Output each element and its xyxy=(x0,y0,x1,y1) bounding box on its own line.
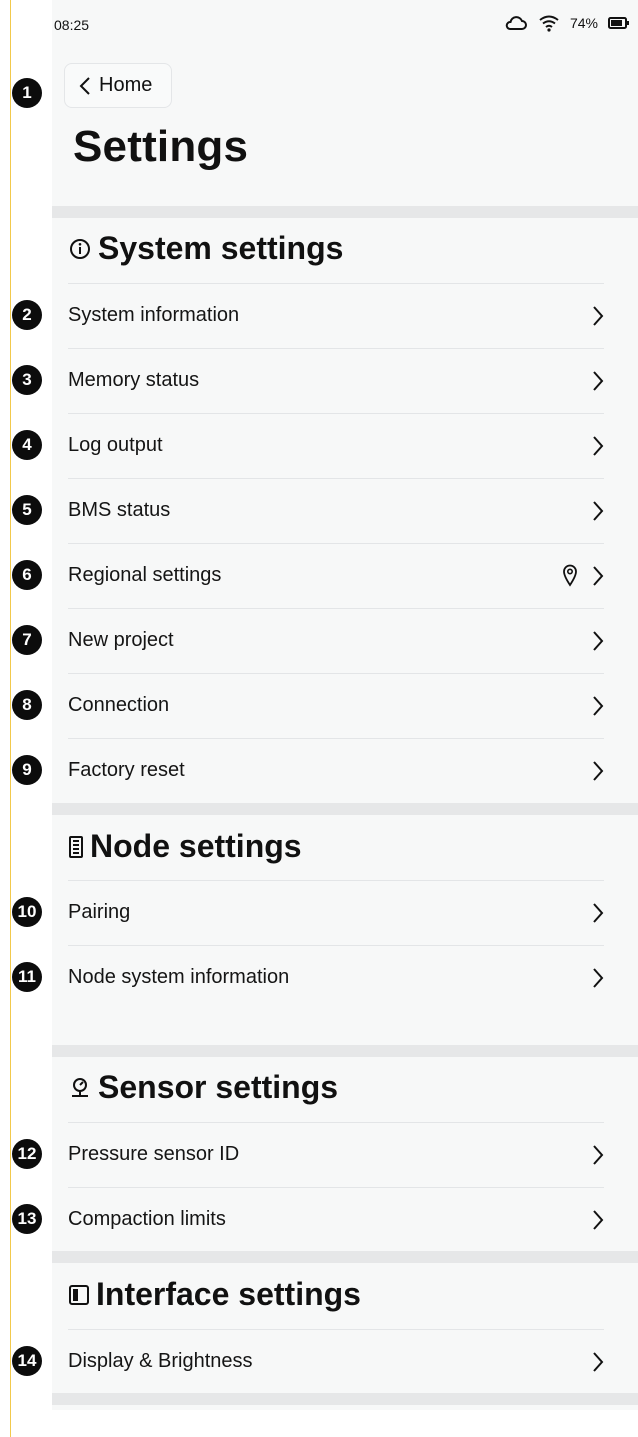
row-label: Factory reset xyxy=(68,759,185,781)
section-title-text: Node settings xyxy=(90,828,302,864)
row-label: Display & Brightness xyxy=(68,1350,253,1372)
row-label: Regional settings xyxy=(68,564,222,586)
section-divider xyxy=(52,206,638,218)
section-title-text: Sensor settings xyxy=(98,1069,339,1105)
info-icon xyxy=(70,238,90,259)
battery-percent: 74% xyxy=(569,15,598,31)
settings-row-compaction-limits[interactable]: Compaction limits xyxy=(68,1187,604,1251)
annotation-badge: 12 xyxy=(12,1139,42,1169)
row-label: Node system information xyxy=(68,966,290,988)
section-divider xyxy=(52,1251,638,1263)
settings-row-node-system-information[interactable]: Node system information xyxy=(68,945,604,1009)
chevron-right-icon xyxy=(593,371,604,391)
settings-row-bms-status[interactable]: BMS status xyxy=(68,478,604,542)
frame-line xyxy=(10,0,11,1437)
back-button-label: Home xyxy=(99,74,153,96)
annotation-badge: 13 xyxy=(12,1204,42,1234)
row-label: System information xyxy=(68,304,240,326)
section-title-node: Node settings xyxy=(68,828,302,865)
annotation-badge: 11 xyxy=(12,962,42,992)
chevron-right-icon xyxy=(593,968,604,988)
chevron-right-icon xyxy=(593,306,604,326)
chevron-right-icon xyxy=(593,566,604,586)
section-divider xyxy=(52,803,638,815)
chevron-right-icon xyxy=(593,1210,604,1230)
annotation-badge: 2 xyxy=(12,300,42,330)
section-title-system: System settings xyxy=(68,230,343,267)
location-pin-icon xyxy=(563,564,577,587)
section-divider xyxy=(52,1045,638,1057)
section-divider xyxy=(52,1393,638,1405)
chevron-right-icon xyxy=(593,1145,604,1165)
row-label: BMS status xyxy=(68,499,171,521)
wifi-icon xyxy=(539,15,559,32)
interface-icon xyxy=(69,1284,89,1305)
chevron-right-icon xyxy=(593,436,604,456)
chevron-right-icon xyxy=(593,696,604,716)
section-title-interface: Interface settings xyxy=(68,1276,361,1313)
chevron-right-icon xyxy=(593,501,604,521)
node-icon xyxy=(69,835,83,858)
annotation-badge: 4 xyxy=(12,430,42,460)
section-title-text: System settings xyxy=(98,230,344,266)
status-indicators: 74% xyxy=(504,14,630,32)
status-bar: 08:25 74% xyxy=(52,0,638,52)
settings-row-memory-status[interactable]: Memory status xyxy=(68,348,604,412)
chevron-right-icon xyxy=(593,761,604,781)
settings-row-pairing[interactable]: Pairing xyxy=(68,880,604,944)
chevron-left-icon xyxy=(79,76,90,95)
back-home-button[interactable]: Home xyxy=(64,63,172,108)
chevron-right-icon xyxy=(593,903,604,923)
section-title-sensor: Sensor settings xyxy=(68,1069,338,1106)
annotation-badge: 7 xyxy=(12,625,42,655)
annotation-badge: 9 xyxy=(12,755,42,785)
settings-row-system-information[interactable]: System information xyxy=(68,283,604,347)
battery-icon xyxy=(608,17,629,29)
row-label: Connection xyxy=(68,694,170,716)
settings-row-factory-reset[interactable]: Factory reset xyxy=(68,738,604,802)
status-time: 08:25 xyxy=(54,17,90,33)
annotation-badge: 5 xyxy=(12,495,42,525)
settings-row-connection[interactable]: Connection xyxy=(68,673,604,737)
row-label: Memory status xyxy=(68,369,200,391)
row-label: Pairing xyxy=(68,901,131,923)
settings-row-new-project[interactable]: New project xyxy=(68,608,604,672)
annotation-badge: 10 xyxy=(12,897,42,927)
settings-row-regional-settings[interactable]: Regional settings xyxy=(68,543,604,607)
annotation-badge: 14 xyxy=(12,1346,42,1376)
page-title: Settings xyxy=(73,122,249,171)
row-label: Pressure sensor ID xyxy=(68,1143,240,1165)
annotation-badge: 1 xyxy=(12,78,42,108)
settings-row-pressure-sensor-id[interactable]: Pressure sensor ID xyxy=(68,1122,604,1186)
row-label: New project xyxy=(68,629,174,651)
row-label: Log output xyxy=(68,434,163,456)
settings-row-display-brightness[interactable]: Display & Brightness xyxy=(68,1329,604,1393)
cloud-icon xyxy=(505,16,527,30)
section-title-text: Interface settings xyxy=(96,1276,361,1312)
annotation-badge: 6 xyxy=(12,560,42,590)
annotation-badge: 3 xyxy=(12,365,42,395)
row-label: Compaction limits xyxy=(68,1208,226,1230)
chevron-right-icon xyxy=(593,631,604,651)
settings-row-log-output[interactable]: Log output xyxy=(68,413,604,477)
chevron-right-icon xyxy=(593,1352,604,1372)
annotation-badge: 8 xyxy=(12,690,42,720)
sensor-icon xyxy=(72,1077,88,1097)
settings-screen: 08:25 74% Home Settings System settings … xyxy=(52,0,638,1410)
